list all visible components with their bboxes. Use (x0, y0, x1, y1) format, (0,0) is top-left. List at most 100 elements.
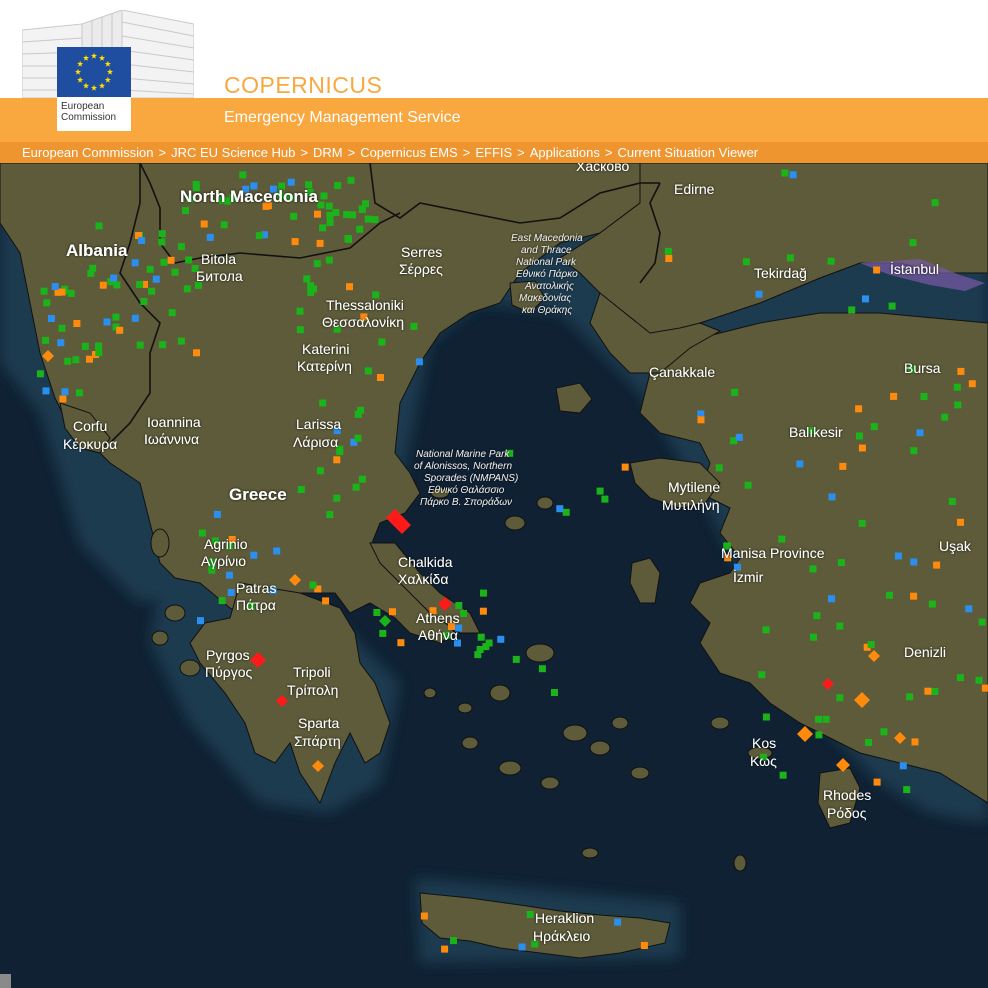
breadcrumb-item-current-situation-viewer[interactable]: Current Situation Viewer (617, 145, 758, 160)
satellite-map[interactable]: Хасково Edirne North Macedonia Albania B… (0, 163, 988, 988)
hotspot-marker[interactable] (828, 595, 835, 603)
hotspot-marker[interactable] (177, 337, 185, 345)
hotspot-marker[interactable] (131, 259, 139, 267)
hotspot-marker[interactable] (715, 464, 723, 472)
hotspot-marker[interactable] (836, 694, 844, 702)
hotspot-marker[interactable] (290, 212, 298, 220)
hotspot-marker[interactable] (48, 315, 55, 322)
hotspot-marker[interactable] (136, 341, 144, 349)
hotspot-marker[interactable] (665, 255, 673, 262)
hotspot-marker[interactable] (314, 210, 321, 218)
hotspot-marker[interactable] (762, 713, 770, 721)
hotspot-marker[interactable] (171, 268, 179, 276)
hotspot-marker[interactable] (742, 258, 750, 266)
hotspot-marker[interactable] (822, 715, 830, 723)
hotspot-marker[interactable] (158, 238, 166, 246)
hotspot-marker[interactable] (813, 612, 821, 620)
hotspot-marker[interactable] (185, 256, 193, 264)
hotspot-marker[interactable] (809, 565, 817, 573)
hotspot-marker[interactable] (146, 265, 154, 273)
hotspot-marker[interactable] (911, 738, 919, 746)
hotspot-marker[interactable] (152, 275, 160, 283)
hotspot-marker[interactable] (873, 778, 881, 786)
hotspot-marker[interactable] (924, 687, 932, 695)
hotspot-marker[interactable] (596, 487, 604, 495)
hotspot-marker[interactable] (51, 283, 59, 290)
hotspot-marker[interactable] (220, 221, 228, 229)
map-resize-handle[interactable] (0, 974, 11, 988)
hotspot-marker[interactable] (310, 285, 317, 293)
hotspot-marker[interactable] (441, 945, 449, 953)
hotspot-marker[interactable] (354, 434, 362, 442)
hotspot-marker[interactable] (762, 626, 770, 634)
hotspot-marker[interactable] (206, 233, 214, 241)
hotspot-marker[interactable] (239, 171, 247, 179)
hotspot-marker[interactable] (928, 600, 936, 608)
hotspot-marker[interactable] (95, 349, 103, 357)
hotspot-marker[interactable] (99, 281, 107, 289)
hotspot-marker[interactable] (379, 629, 387, 637)
hotspot-marker[interactable] (697, 416, 705, 424)
hotspot-marker[interactable] (827, 257, 835, 265)
hotspot-marker[interactable] (57, 339, 65, 347)
hotspot-marker[interactable] (273, 547, 281, 555)
hotspot-marker[interactable] (326, 219, 334, 226)
hotspot-marker[interactable] (42, 387, 50, 395)
hotspot-marker[interactable] (948, 498, 956, 505)
hotspot-marker[interactable] (476, 646, 484, 653)
hotspot-marker[interactable] (931, 199, 939, 207)
hotspot-marker[interactable] (848, 306, 856, 314)
hotspot-marker[interactable] (397, 639, 405, 647)
hotspot-marker[interactable] (778, 535, 786, 543)
hotspot-marker[interactable] (415, 358, 423, 366)
hotspot-marker[interactable] (903, 786, 911, 794)
hotspot-marker[interactable] (343, 211, 351, 219)
hotspot-marker[interactable] (334, 182, 342, 189)
hotspot-marker[interactable] (42, 336, 49, 344)
hotspot-marker[interactable] (332, 209, 340, 216)
hotspot-marker[interactable] (296, 326, 304, 334)
hotspot-marker[interactable] (110, 274, 118, 282)
hotspot-marker[interactable] (815, 715, 822, 723)
breadcrumb-item-applications[interactable]: Applications (530, 145, 600, 160)
hotspot-marker[interactable] (858, 519, 866, 527)
hotspot-marker[interactable] (758, 671, 766, 679)
hotspot-marker[interactable] (138, 237, 146, 244)
hotspot-marker[interactable] (81, 342, 89, 350)
hotspot-marker[interactable] (862, 295, 869, 303)
hotspot-marker[interactable] (317, 201, 325, 209)
hotspot-marker[interactable] (480, 589, 487, 597)
hotspot-marker[interactable] (333, 494, 341, 502)
hotspot-marker[interactable] (856, 432, 863, 440)
hotspot-marker[interactable] (886, 591, 893, 599)
hotspot-marker[interactable] (954, 401, 962, 409)
hotspot-marker[interactable] (371, 216, 379, 224)
hotspot-marker[interactable] (320, 192, 328, 200)
hotspot-marker[interactable] (518, 943, 526, 951)
hotspot-marker[interactable] (364, 367, 372, 375)
hotspot-marker[interactable] (477, 633, 485, 641)
hotspot-marker[interactable] (562, 508, 570, 516)
hotspot-marker[interactable] (218, 597, 226, 605)
hotspot-marker[interactable] (136, 281, 144, 288)
hotspot-marker[interactable] (319, 224, 327, 232)
hotspot-marker[interactable] (556, 505, 564, 513)
site-title[interactable]: COPERNICUS (224, 72, 382, 99)
hotspot-marker[interactable] (113, 281, 121, 289)
hotspot-marker[interactable] (347, 176, 355, 184)
hotspot-marker[interactable] (325, 202, 333, 210)
hotspot-marker[interactable] (836, 622, 844, 630)
hotspot-marker[interactable] (177, 243, 185, 251)
hotspot-marker[interactable] (941, 413, 949, 421)
hotspot-marker[interactable] (158, 230, 166, 238)
hotspot-marker[interactable] (167, 256, 175, 264)
hotspot-marker[interactable] (781, 169, 789, 177)
hotspot-marker[interactable] (873, 266, 881, 274)
hotspot-marker[interactable] (309, 581, 317, 589)
hotspot-marker[interactable] (755, 290, 763, 298)
hotspot-marker[interactable] (731, 388, 739, 396)
hotspot-marker[interactable] (316, 467, 324, 475)
hotspot-marker[interactable] (410, 322, 418, 330)
hotspot-marker[interactable] (103, 318, 111, 326)
hotspot-marker[interactable] (968, 380, 976, 388)
